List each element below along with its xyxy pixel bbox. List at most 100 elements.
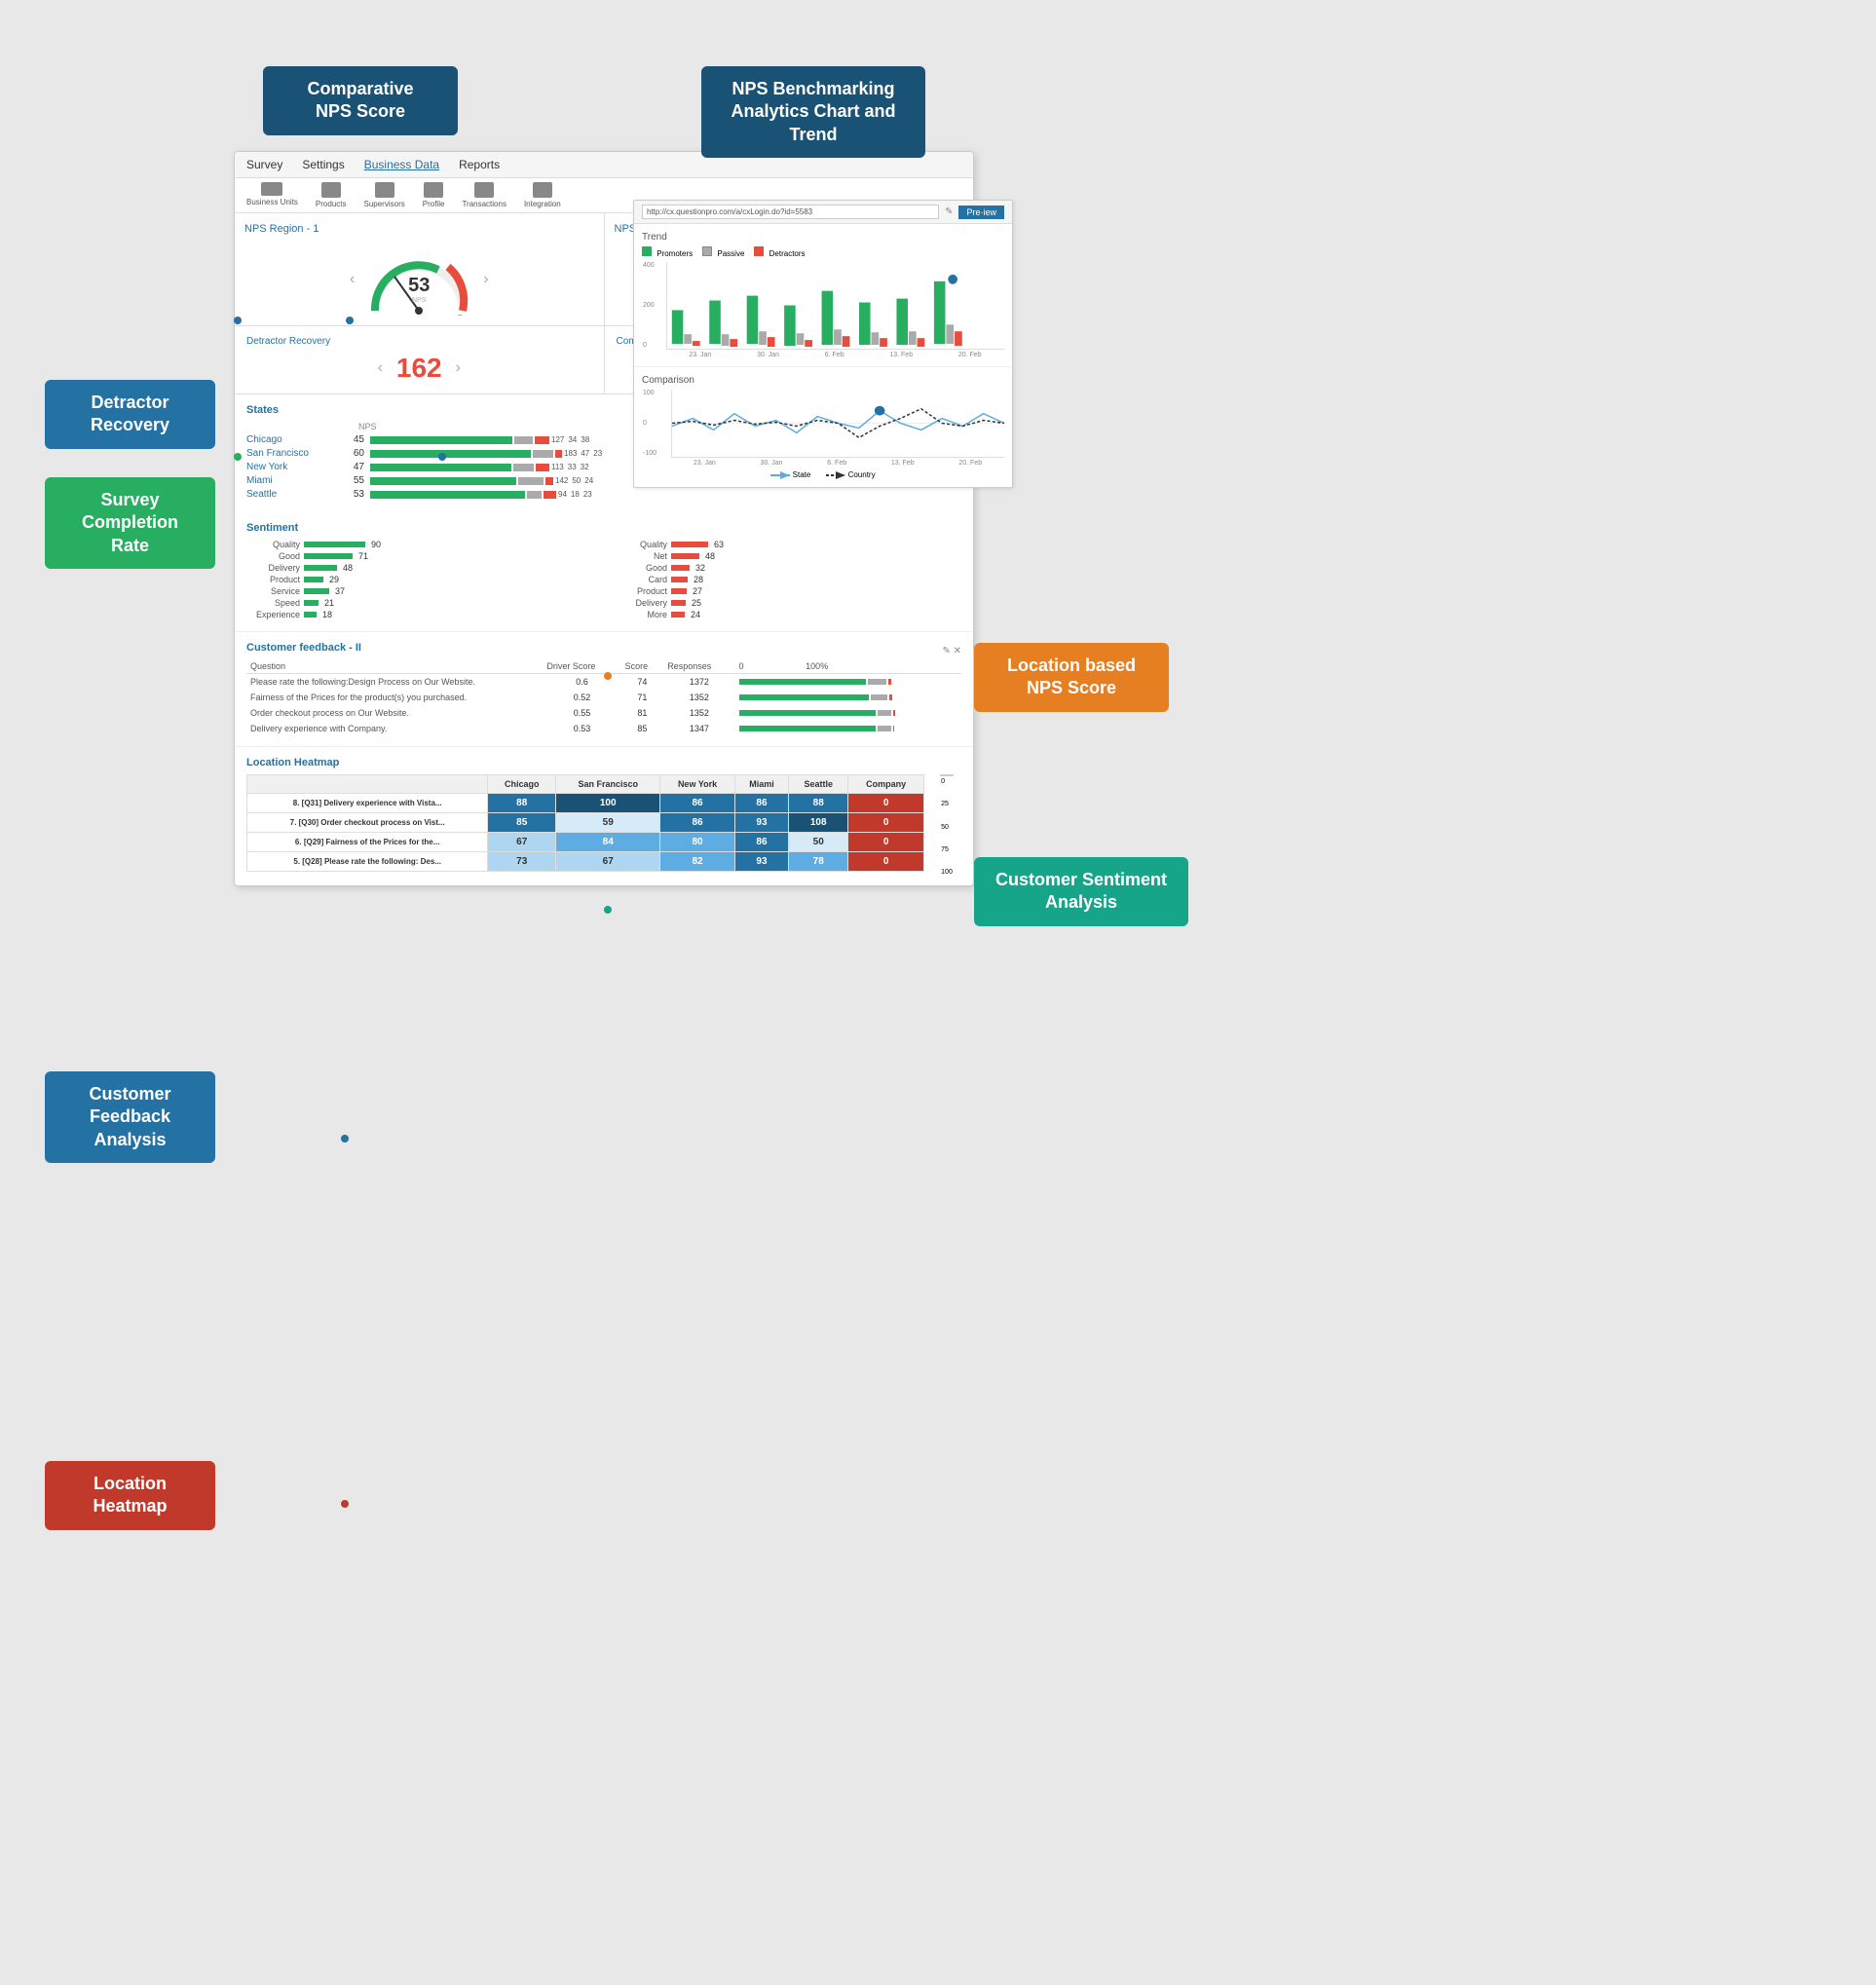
fb-responses: 1347 bbox=[663, 721, 734, 736]
state-name: Seattle bbox=[246, 489, 334, 500]
bar-label-red: 38 bbox=[581, 435, 589, 444]
sent-bar-red bbox=[671, 565, 690, 571]
heatmap-col-1: Chicago bbox=[488, 775, 556, 794]
fb-bar-green bbox=[739, 679, 866, 685]
nav-business-data[interactable]: Business Data bbox=[364, 158, 439, 171]
sent-label: Product bbox=[246, 575, 300, 584]
sent-bar bbox=[304, 612, 317, 618]
connector-dot-7 bbox=[341, 1135, 349, 1142]
feedback-col-responses: Responses bbox=[663, 659, 734, 674]
heatmap-cell-1-1: 59 bbox=[556, 813, 660, 833]
bar-label-gray: 18 bbox=[571, 490, 580, 499]
sent-value: 28 bbox=[694, 575, 703, 584]
nav-settings[interactable]: Settings bbox=[302, 158, 344, 171]
sentiment-right: Quality 63 Net 48 Good 32 Card 28 Produc… bbox=[614, 540, 961, 621]
heatmap-cell-3-5: 0 bbox=[848, 852, 924, 872]
fb-bar-gray bbox=[871, 694, 887, 700]
feedback-table: Question Driver Score Score Responses 0 … bbox=[246, 659, 961, 736]
sent-bar bbox=[304, 600, 319, 606]
bar-label-gray: 33 bbox=[568, 463, 577, 471]
legend-detractors: Detractors bbox=[754, 246, 805, 258]
edit-url-icon[interactable]: ✎ bbox=[945, 206, 953, 217]
nav-reports[interactable]: Reports bbox=[459, 158, 500, 171]
url-input[interactable] bbox=[642, 205, 939, 219]
nav-survey[interactable]: Survey bbox=[246, 158, 282, 171]
fb-bars bbox=[735, 690, 961, 705]
state-name: New York bbox=[246, 462, 334, 472]
state-nps: 53 bbox=[340, 489, 364, 500]
region-1-prev[interactable]: ‹ bbox=[344, 271, 360, 288]
bar-label-red: 24 bbox=[584, 476, 593, 485]
legend-passive: Passive bbox=[702, 246, 744, 258]
nav-icon-supervisors[interactable]: Supervisors bbox=[364, 182, 405, 208]
trend-legend: Promoters Passive Detractors bbox=[642, 246, 1004, 258]
sent-value: 48 bbox=[705, 551, 715, 561]
sent-bar bbox=[304, 577, 323, 582]
sentiment-left-row: Delivery 48 bbox=[246, 563, 594, 573]
sent-bar-red bbox=[671, 612, 685, 618]
preview-button[interactable]: Pre·iew bbox=[958, 206, 1004, 219]
sentiment-right-row: More 24 bbox=[614, 610, 961, 619]
detractor-prev[interactable]: ‹ bbox=[372, 359, 389, 377]
region-1-next[interactable]: › bbox=[477, 271, 494, 288]
heatmap-row-0: 8. [Q31] Delivery experience with Vista.… bbox=[247, 794, 924, 813]
heatmap-cell-2-4: 50 bbox=[789, 833, 848, 852]
state-line-icon bbox=[770, 471, 790, 479]
heatmap-cell-1-5: 0 bbox=[848, 813, 924, 833]
fb-responses: 1372 bbox=[663, 674, 734, 691]
detractor-recovery-box: Detractor Recovery ‹ 162 › bbox=[235, 326, 605, 393]
bar-label-gray: 47 bbox=[581, 449, 589, 458]
trend-chart: 400 200 0 bbox=[666, 262, 1004, 350]
nav-icon-transactions[interactable]: Transactions bbox=[462, 182, 507, 208]
heatmap-color-scale: 0 25 50 75 100 bbox=[932, 774, 961, 876]
heatmap-title: Location Heatmap bbox=[246, 757, 961, 768]
fb-bars bbox=[735, 674, 961, 691]
detractor-label: Detractor Recovery bbox=[246, 336, 592, 347]
heatmap-cell-2-5: 0 bbox=[848, 833, 924, 852]
heatmap-cell-2-0: 67 bbox=[488, 833, 556, 852]
heatmap-cell-3-4: 78 bbox=[789, 852, 848, 872]
heatmap-row-label: 5. [Q28] Please rate the following: Des.… bbox=[247, 852, 488, 872]
state-bars: 94 18 23 bbox=[370, 490, 961, 499]
fb-responses: 1352 bbox=[663, 690, 734, 705]
sent-value: 27 bbox=[693, 586, 702, 596]
sent-value: 71 bbox=[358, 551, 368, 561]
state-name: Miami bbox=[246, 475, 334, 486]
heatmap-cell-1-2: 86 bbox=[660, 813, 734, 833]
fb-driver: 0.55 bbox=[543, 705, 620, 721]
callout-detractor-recovery: Detractor Recovery bbox=[45, 380, 215, 449]
connector-dot-8 bbox=[341, 1500, 349, 1508]
heatmap-cell-0-4: 88 bbox=[789, 794, 848, 813]
sent-value: 90 bbox=[371, 540, 381, 549]
callout-customer-feedback: Customer Feedback Analysis bbox=[45, 1071, 215, 1163]
callout-customer-sentiment: Customer Sentiment Analysis bbox=[974, 857, 1188, 926]
nav-icon-profile[interactable]: Profile bbox=[423, 182, 445, 208]
callout-sentiment-text: Customer Sentiment Analysis bbox=[995, 870, 1167, 912]
fb-bar-gray bbox=[878, 710, 891, 716]
bar-label-green: 94 bbox=[558, 490, 567, 499]
callout-location-heatmap: Location Heatmap bbox=[45, 1461, 215, 1530]
heatmap-row-label: 7. [Q30] Order checkout process on Vist.… bbox=[247, 813, 488, 833]
nav-icon-integration[interactable]: Integration bbox=[524, 182, 561, 208]
callout-nps-benchmarking: NPS Benchmarking Analytics Chart and Tre… bbox=[701, 66, 925, 158]
url-bar: ✎ Pre·iew bbox=[634, 201, 1012, 224]
bar-label-red: 32 bbox=[581, 463, 589, 471]
region-1-title: NPS Region - 1 bbox=[244, 223, 594, 235]
heatmap-cell-1-4: 108 bbox=[789, 813, 848, 833]
sent-bar bbox=[304, 553, 353, 559]
heatmap-cell-3-1: 67 bbox=[556, 852, 660, 872]
sent-value: 37 bbox=[335, 586, 345, 596]
sent-bar-red bbox=[671, 588, 687, 594]
fb-bar-red bbox=[889, 694, 892, 700]
heatmap-cell-2-3: 86 bbox=[734, 833, 788, 852]
feedback-edit-icons[interactable]: ✎ ✕ bbox=[942, 646, 961, 656]
connector-dot-6 bbox=[604, 906, 612, 914]
sent-label: Quality bbox=[246, 540, 300, 549]
nav-icon-products[interactable]: Products bbox=[316, 182, 347, 208]
heatmap-section: Location Heatmap ChicagoSan FranciscoNew… bbox=[235, 747, 973, 885]
detractor-next[interactable]: › bbox=[450, 359, 467, 377]
trend-title: Trend bbox=[642, 232, 1004, 243]
svg-text:☺: ☺ bbox=[373, 315, 383, 316]
heatmap-cell-0-1: 100 bbox=[556, 794, 660, 813]
nav-icon-business-units[interactable]: Business Units bbox=[246, 182, 298, 208]
